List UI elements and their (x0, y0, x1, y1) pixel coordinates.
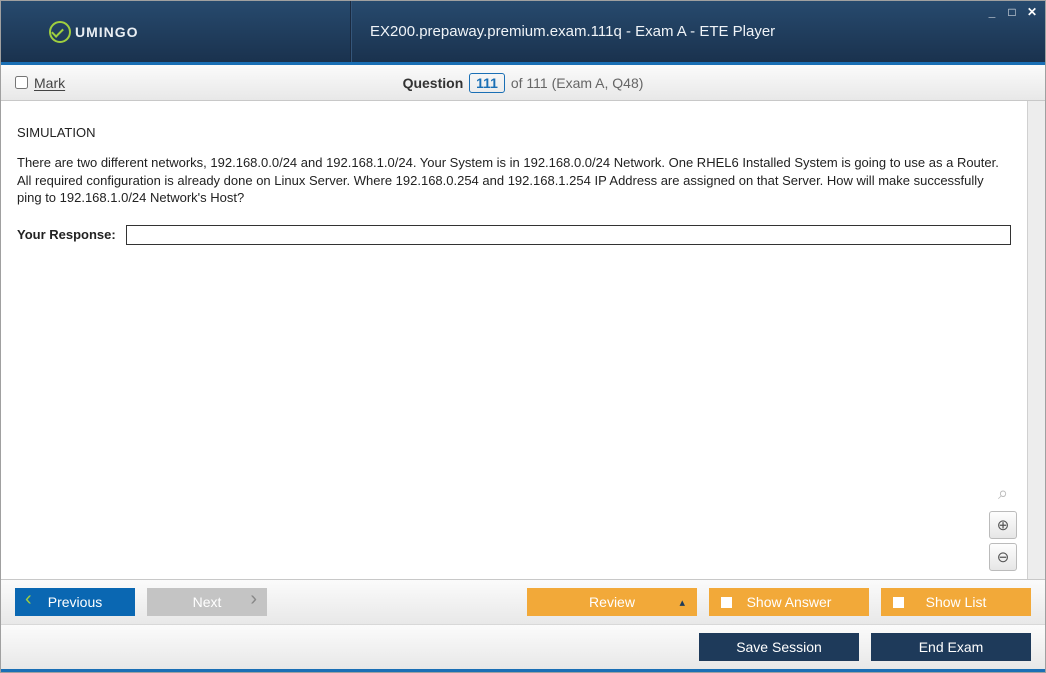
session-button-row: Save Session End Exam (1, 624, 1045, 669)
minimize-icon[interactable]: _ (985, 5, 999, 19)
footer-accent-bar (1, 669, 1045, 672)
zoom-reset-icon[interactable]: ⌕ (989, 479, 1017, 507)
review-button[interactable]: Review (527, 588, 697, 616)
window-controls: _ □ ✕ (985, 5, 1039, 19)
show-answer-button[interactable]: Show Answer (709, 588, 869, 616)
simulation-label: SIMULATION (17, 125, 1011, 140)
question-header-bar: Mark Question 111 of 111 (Exam A, Q48) (1, 65, 1045, 101)
zoom-in-icon[interactable]: ⊕ (989, 511, 1017, 539)
mark-text: Mark (34, 75, 65, 91)
question-panel: SIMULATION There are two different netwo… (1, 101, 1027, 579)
zoom-controls: ⌕ ⊕ ⊖ (989, 479, 1017, 571)
footer: Previous Next Review Show Answer Show Li… (1, 579, 1045, 672)
response-input[interactable] (126, 225, 1011, 245)
question-number-box: 111 (469, 73, 505, 93)
zoom-out-icon[interactable]: ⊖ (989, 543, 1017, 571)
window-title: EX200.prepaway.premium.exam.111q - Exam … (351, 1, 1045, 62)
nav-button-row: Previous Next Review Show Answer Show Li… (1, 580, 1045, 624)
response-label: Your Response: (17, 227, 116, 242)
question-text: There are two different networks, 192.16… (17, 154, 1011, 207)
maximize-icon[interactable]: □ (1005, 5, 1019, 19)
next-button[interactable]: Next (147, 588, 267, 616)
title-bar: UMINGO EX200.prepaway.premium.exam.111q … (1, 1, 1045, 65)
logo-checkmark-icon (49, 21, 71, 43)
response-row: Your Response: (17, 225, 1011, 245)
question-indicator: Question 111 of 111 (Exam A, Q48) (1, 75, 1045, 91)
logo-text: UMINGO (75, 24, 139, 40)
close-icon[interactable]: ✕ (1025, 5, 1039, 19)
mark-checkbox[interactable] (15, 76, 28, 89)
end-exam-button[interactable]: End Exam (871, 633, 1031, 661)
show-list-button[interactable]: Show List (881, 588, 1031, 616)
logo-area: UMINGO (1, 1, 351, 62)
previous-button[interactable]: Previous (15, 588, 135, 616)
mark-checkbox-label[interactable]: Mark (15, 75, 65, 91)
scrollbar-track[interactable] (1027, 101, 1045, 579)
save-session-button[interactable]: Save Session (699, 633, 859, 661)
content-area: SIMULATION There are two different netwo… (1, 101, 1045, 579)
